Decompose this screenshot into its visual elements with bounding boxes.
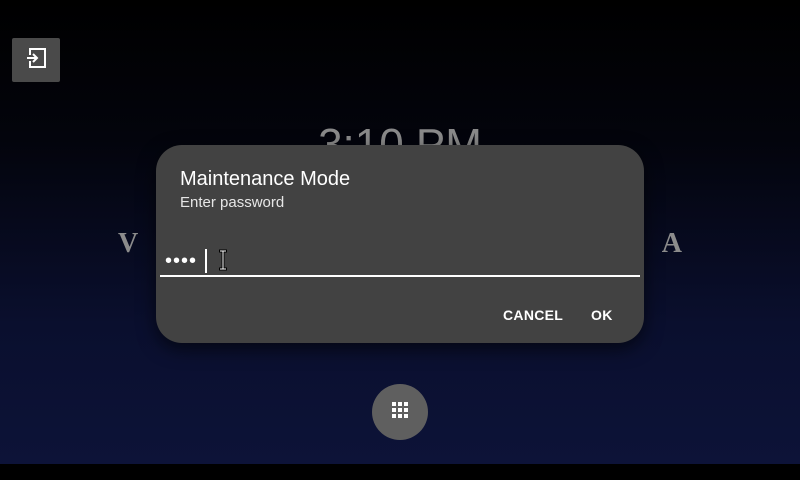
password-input[interactable]: •••• — [160, 245, 640, 277]
cancel-button[interactable]: CANCEL — [499, 303, 567, 327]
ok-button[interactable]: OK — [587, 303, 617, 327]
brand-right-letter: A — [661, 228, 684, 259]
brand-left-letter: V — [118, 228, 141, 259]
password-value: •••• — [165, 250, 198, 272]
dialog-message: Enter password — [180, 194, 285, 211]
ibeam-cursor-icon — [218, 249, 228, 276]
input-underline — [160, 275, 640, 277]
keypad-button[interactable] — [372, 384, 428, 440]
exit-button[interactable] — [12, 38, 60, 82]
bottom-bar — [0, 464, 800, 480]
exit-icon — [25, 47, 47, 74]
dialog-title: Maintenance Mode — [180, 168, 351, 190]
dialpad-icon — [391, 401, 409, 424]
text-caret — [205, 249, 207, 273]
maintenance-screen: 3:10 PM V A Maintenance Mode Enter passw… — [0, 0, 800, 480]
maintenance-dialog: Maintenance Mode Enter password •••• CAN… — [156, 145, 644, 343]
